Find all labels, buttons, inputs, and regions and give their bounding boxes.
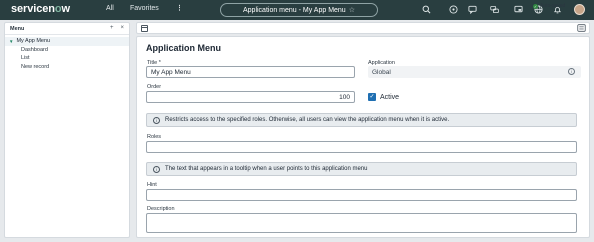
tree-item-dashboard[interactable]: Dashboard — [5, 46, 129, 55]
info-icon[interactable]: i — [568, 68, 575, 75]
form-title: Application Menu — [146, 43, 221, 53]
close-icon[interactable]: × — [120, 25, 124, 31]
top-header: servicenow All Favorites ⋮ Application m… — [0, 0, 594, 20]
help-icon[interactable] — [449, 5, 458, 14]
roles-info-text: Restricts access to the specified roles.… — [165, 117, 450, 123]
menu-panel-header: Menu + × — [5, 23, 129, 35]
context-title-pill[interactable]: Application menu - My App Menu ☆ — [220, 3, 378, 17]
panel-toggle-icon[interactable] — [141, 25, 148, 32]
hint-field-label: Hint — [147, 182, 157, 188]
active-checkbox[interactable]: ✓ — [368, 93, 376, 101]
chat-icon[interactable] — [468, 5, 477, 14]
hint-info-text: The text that appears in a tooltip when … — [165, 166, 368, 172]
application-menu-form: Application Menu Title * My App Menu App… — [136, 36, 590, 238]
menu-panel-title: Menu — [10, 25, 25, 32]
avatar[interactable] — [574, 4, 585, 15]
menu-tree: ▼ My App Menu Dashboard List New record — [5, 35, 129, 71]
check-circle-icon: ✓ — [533, 3, 538, 9]
context-title: Application menu - My App Menu — [242, 6, 346, 14]
tree-item-my-app-menu[interactable]: ▼ My App Menu — [5, 37, 129, 46]
roles-info-banner: i Restricts access to the specified role… — [146, 113, 577, 127]
order-input[interactable]: 100 — [146, 91, 355, 103]
application-field: Global i — [368, 66, 581, 78]
roles-field-label: Roles — [147, 134, 162, 140]
favorite-star-icon[interactable]: ☆ — [349, 6, 355, 14]
chevron-down-icon[interactable]: ▼ — [9, 39, 13, 44]
info-icon: i — [153, 116, 160, 124]
info-icon: i — [153, 165, 160, 173]
order-field-label: Order — [147, 84, 162, 90]
active-label: Active — [380, 93, 400, 101]
autosave-status: ✓ Auto-saved — [533, 3, 565, 9]
screen-icon[interactable] — [514, 5, 523, 14]
autosave-label: Auto-saved — [540, 3, 566, 9]
menu-tree-panel: Menu + × ▼ My App Menu Dashboard List Ne… — [4, 22, 130, 238]
title-input[interactable]: My App Menu — [146, 66, 355, 78]
form-toolbar — [136, 22, 590, 34]
add-icon[interactable]: + — [110, 25, 114, 31]
more-menu-icon[interactable]: ⋮ — [176, 4, 183, 12]
tree-item-list[interactable]: List — [5, 54, 129, 63]
conversations-icon[interactable] — [490, 5, 499, 14]
application-value: Global — [372, 68, 391, 76]
description-textarea[interactable] — [146, 213, 577, 233]
active-checkbox-group: ✓ Active — [368, 93, 399, 101]
nav-favorites[interactable]: Favorites — [130, 5, 159, 12]
tree-item-label: My App Menu — [16, 38, 51, 45]
hint-info-banner: i The text that appears in a tooltip whe… — [146, 162, 577, 176]
servicenow-logo[interactable]: servicenow — [11, 3, 70, 15]
nav-all[interactable]: All — [106, 5, 114, 12]
tree-item-new-record[interactable]: New record — [5, 63, 129, 72]
search-icon[interactable] — [422, 5, 431, 14]
description-field-label: Description — [147, 206, 175, 212]
roles-input[interactable] — [146, 141, 577, 153]
settings-sliders-icon[interactable] — [577, 24, 586, 32]
hint-input[interactable] — [146, 189, 577, 201]
